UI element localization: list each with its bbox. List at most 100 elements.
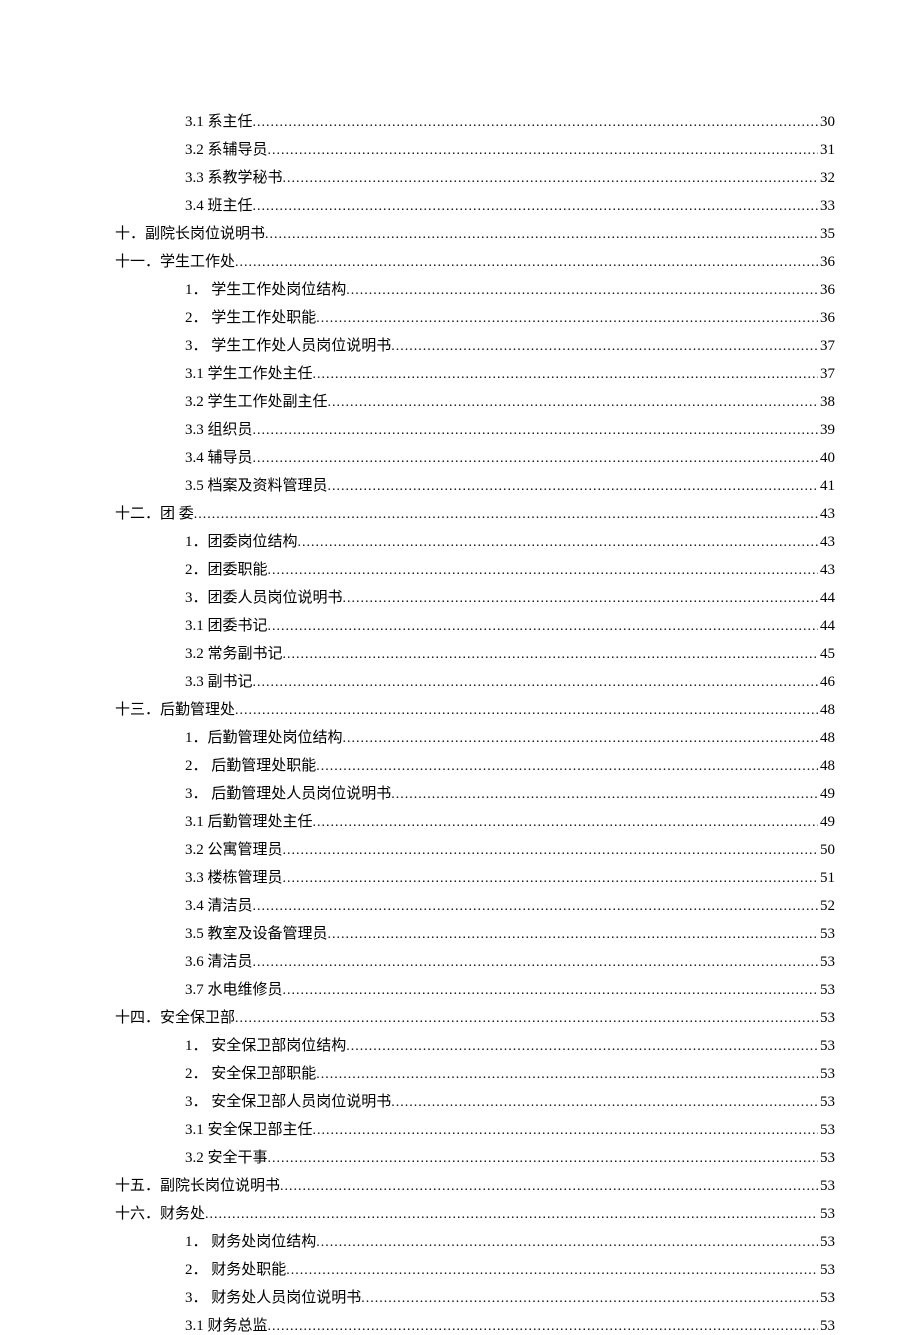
toc-leader-dots: [286, 1264, 818, 1278]
toc-entry-page: 53: [818, 955, 835, 970]
toc-leader-dots: [280, 1180, 818, 1194]
toc-leader-dots: [313, 816, 818, 830]
toc-entry-label: 1． 财务处岗位结构: [185, 1235, 316, 1250]
toc-entry: 1． 安全保卫部岗位结构53: [115, 1039, 835, 1055]
toc-entry-page: 53: [818, 1291, 835, 1306]
toc-entry-page: 53: [818, 1067, 835, 1082]
toc-entry: 2． 学生工作处职能 36: [115, 311, 835, 327]
toc-entry-page: 53: [818, 1263, 835, 1278]
toc-leader-dots: [328, 480, 818, 494]
toc-entry: 十六．财务处53: [115, 1207, 835, 1223]
toc-entry-page: 50: [818, 843, 835, 858]
toc-entry-label: 3.3 副书记: [185, 675, 253, 690]
toc-entry-page: 53: [818, 927, 835, 942]
toc-entry: 3.3 系教学秘书32: [115, 171, 835, 187]
toc-entry-page: 44: [818, 591, 835, 606]
toc-leader-dots: [343, 592, 818, 606]
toc-leader-dots: [346, 1040, 818, 1054]
toc-entry-page: 53: [818, 1151, 835, 1166]
toc-entry: 3.1 学生工作处主任37: [115, 367, 835, 383]
toc-entry-page: 53: [818, 1123, 835, 1138]
toc-leader-dots: [268, 620, 818, 634]
toc-entry: 3.5 教室及设备管理员53: [115, 927, 835, 943]
toc-leader-dots: [298, 536, 818, 550]
toc-entry-page: 43: [818, 563, 835, 578]
toc-entry-page: 36: [818, 311, 835, 326]
toc-entry-page: 53: [818, 1011, 835, 1026]
toc-entry-page: 40: [818, 451, 835, 466]
toc-entry-page: 39: [818, 423, 835, 438]
toc-entry: 1．后勤管理处岗位结构48: [115, 731, 835, 747]
toc-entry-label: 3.2 系辅导员: [185, 143, 268, 158]
toc-entry-page: 44: [818, 619, 835, 634]
toc-entry-page: 36: [818, 283, 835, 298]
toc-entry-label: 3.3 系教学秘书: [185, 171, 283, 186]
toc-entry-label: 3.5 档案及资料管理员: [185, 479, 328, 494]
toc-leader-dots: [235, 256, 818, 270]
toc-entry: 十．副院长岗位说明书35: [115, 227, 835, 243]
toc-entry-page: 52: [818, 899, 835, 914]
toc-entry-label: 3.1 后勤管理处主任: [185, 815, 313, 830]
toc-leader-dots: [283, 648, 818, 662]
toc-entry-label: 十四．安全保卫部: [115, 1011, 235, 1026]
toc-entry-label: 3.1 系主任: [185, 115, 253, 130]
toc-entry-page: 36: [818, 255, 835, 270]
toc-entry-label: 3.4 班主任: [185, 199, 253, 214]
toc-leader-dots: [253, 116, 818, 130]
toc-entry-page: 48: [818, 703, 835, 718]
toc-leader-dots: [391, 340, 818, 354]
toc-entry-page: 45: [818, 647, 835, 662]
toc-entry-page: 53: [818, 983, 835, 998]
toc-leader-dots: [268, 1152, 818, 1166]
toc-entry: 3.3 组织员39: [115, 423, 835, 439]
toc-entry: 3.4 清洁员 52: [115, 899, 835, 915]
toc-entry-label: 3.2 常务副书记: [185, 647, 283, 662]
toc-entry: 3.2 系辅导员31: [115, 143, 835, 159]
toc-entry-label: 3.7 水电维修员: [185, 983, 283, 998]
toc-entry-page: 51: [818, 871, 835, 886]
toc-leader-dots: [235, 704, 818, 718]
toc-entry-label: 3.2 学生工作处副主任: [185, 395, 328, 410]
toc-entry: 3.1 系主任30: [115, 115, 835, 131]
toc-leader-dots: [194, 508, 818, 522]
toc-entry-page: 33: [818, 199, 835, 214]
toc-leader-dots: [343, 732, 818, 746]
toc-entry-label: 1． 安全保卫部岗位结构: [185, 1039, 346, 1054]
toc-leader-dots: [205, 1208, 818, 1222]
toc-entry-label: 3.4 清洁员: [185, 899, 253, 914]
toc-leader-dots: [268, 564, 818, 578]
toc-entry: 3.2 学生工作处副主任38: [115, 395, 835, 411]
toc-leader-dots: [328, 396, 818, 410]
toc-entry-page: 37: [818, 367, 835, 382]
toc-entry: 2． 安全保卫部职能53: [115, 1067, 835, 1083]
toc-entry-label: 十二．团 委: [115, 507, 194, 522]
toc-entry-label: 3． 安全保卫部人员岗位说明书: [185, 1095, 391, 1110]
toc-leader-dots: [265, 228, 818, 242]
toc-leader-dots: [316, 1236, 818, 1250]
toc-leader-dots: [235, 1012, 818, 1026]
toc-entry-page: 43: [818, 535, 835, 550]
toc-entry: 3． 后勤管理处人员岗位说明书49: [115, 787, 835, 803]
toc-entry-label: 2． 财务处职能: [185, 1263, 286, 1278]
toc-entry: 3.4 班主任 33: [115, 199, 835, 215]
toc-leader-dots: [268, 1320, 818, 1334]
toc-leader-dots: [361, 1292, 818, 1306]
toc-entry-label: 3． 学生工作处人员岗位说明书: [185, 339, 391, 354]
toc-entry-label: 十五．副院长岗位说明书: [115, 1179, 280, 1194]
toc-entry-label: 2． 学生工作处职能: [185, 311, 316, 326]
toc-entry-page: 53: [818, 1095, 835, 1110]
toc-entry: 3．团委人员岗位说明书 44: [115, 591, 835, 607]
toc-entry: 3.3 副书记 46: [115, 675, 835, 691]
toc-entry: 3.1 后勤管理处主任49: [115, 815, 835, 831]
toc-leader-dots: [283, 872, 818, 886]
toc-entry: 3.1 团委书记44: [115, 619, 835, 635]
toc-entry: 1．团委岗位结构43: [115, 535, 835, 551]
toc-entry-label: 3．团委人员岗位说明书: [185, 591, 343, 606]
toc-entry: 3． 财务处人员岗位说明书53: [115, 1291, 835, 1307]
toc-entry-page: 46: [818, 675, 835, 690]
toc-entry-label: 3.4 辅导员: [185, 451, 253, 466]
toc-entry: 1． 学生工作处岗位结构36: [115, 283, 835, 299]
toc-leader-dots: [253, 676, 818, 690]
toc-entry-label: 十六．财务处: [115, 1207, 205, 1222]
toc-entry: 3.2 安全干事53: [115, 1151, 835, 1167]
